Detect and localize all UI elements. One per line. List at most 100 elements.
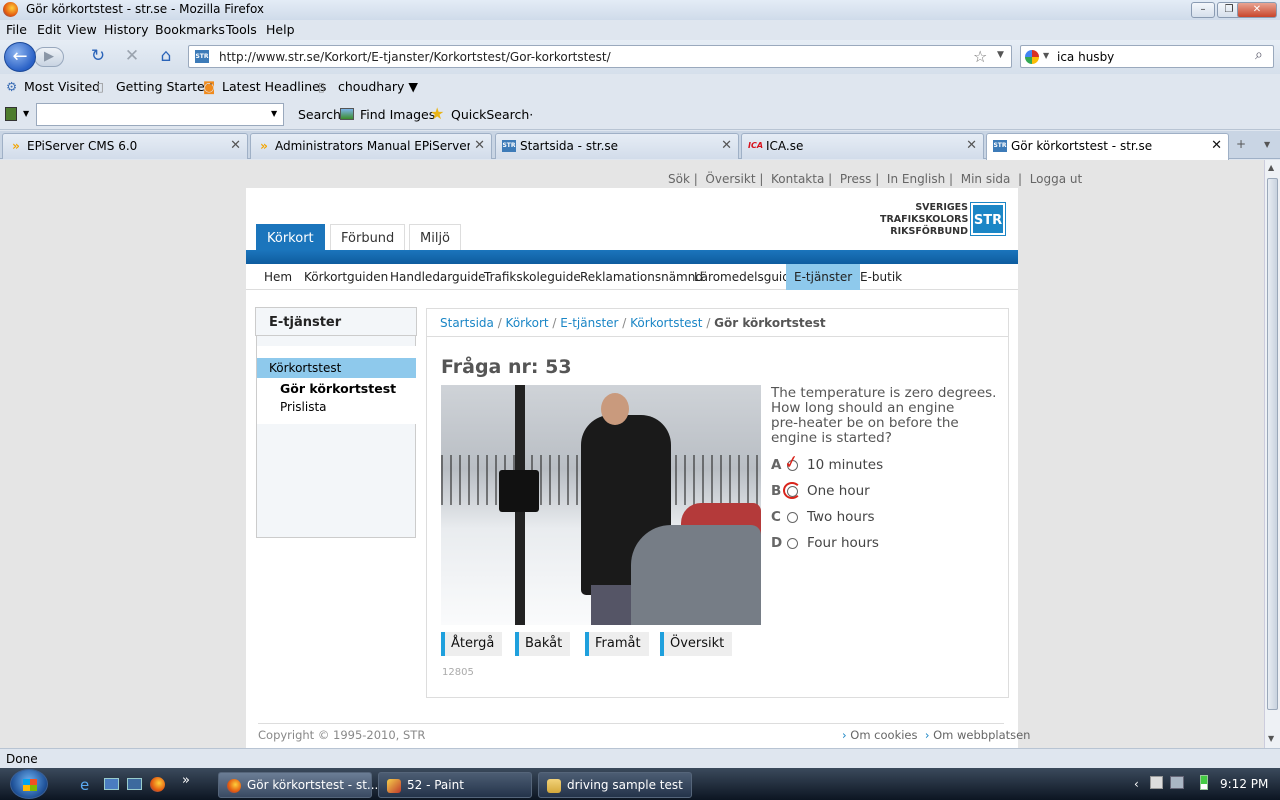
toplink-press[interactable]: Press [840,172,872,186]
tab-miljo[interactable]: Miljö [409,224,462,250]
toplink-kontakta[interactable]: Kontakta [771,172,824,186]
url-dropdown-icon[interactable]: ▼ [997,50,1004,60]
bookmark-choudhary[interactable]: choudhary ▼ [338,79,418,94]
answer-d-text[interactable]: Four hours [807,535,879,551]
answer-a-text[interactable]: 10 minutes [807,457,883,473]
clock[interactable]: 9:12 PM [1220,777,1268,791]
menu-bar: File Edit View History Bookmarks Tools H… [0,20,1280,40]
address-bar[interactable]: STR http://www.str.se/Korkort/E-tjanster… [188,45,1012,68]
subnav-reklamationsnamnd[interactable]: Reklamationsnämnd [580,270,703,284]
footer-om-webbplatsen[interactable]: Om webbplatsen [933,728,1030,742]
left-nav-korkortstest[interactable]: Körkortstest [257,358,416,378]
menu-view[interactable]: View [67,22,97,37]
stop-icon[interactable]: ✕ [122,46,142,66]
vertical-scrollbar[interactable]: ▲ ▼ [1264,160,1280,748]
subnav-korkortguiden[interactable]: Körkortguiden [304,270,388,284]
back-button[interactable]: ← [4,42,36,72]
chevron-down-icon[interactable]: ▼ [271,109,277,118]
minimize-button[interactable]: – [1191,2,1215,18]
close-button[interactable]: ✕ [1237,2,1277,18]
answer-c-text[interactable]: Two hours [807,509,875,525]
close-icon[interactable]: ✕ [230,138,241,153]
toolbar-search-input[interactable]: ▼ [36,103,284,126]
menu-edit[interactable]: Edit [37,22,61,37]
menu-file[interactable]: File [6,22,27,37]
home-icon[interactable]: ⌂ [156,46,176,66]
menu-history[interactable]: History [104,22,148,37]
tab-ica[interactable]: ICA ICA.se ✕ [741,133,984,159]
film-icon[interactable] [5,107,17,121]
menu-bookmarks[interactable]: Bookmarks [155,22,225,37]
crumb-startsida[interactable]: Startsida [440,316,494,330]
taskbar-firefox[interactable]: Gör körkortstest - st... [218,772,378,798]
left-nav-prislista[interactable]: Prislista [280,400,327,414]
tab-korkort[interactable]: Körkort [256,224,325,250]
reload-icon[interactable]: ↻ [88,46,108,66]
battery-icon[interactable] [1200,775,1208,790]
footer-om-cookies[interactable]: Om cookies [850,728,917,742]
tray-app-icon[interactable] [1150,776,1163,789]
search-box[interactable]: ▼ ica husby ⌕ [1020,45,1274,68]
subnav-e-tjanster[interactable]: E-tjänster [786,264,861,290]
tab-startsida[interactable]: STR Startsida - str.se ✕ [495,133,739,159]
forward-button[interactable]: ▶ [34,47,64,67]
answer-b-text[interactable]: One hour [807,483,870,499]
bookmark-most-visited[interactable]: Most Visited [24,79,100,94]
tab-episerver[interactable]: » EPiServer CMS 6.0 ✕ [2,133,248,159]
tab-list-icon[interactable]: ▼ [1264,140,1270,149]
subnav-e-butik[interactable]: E-butik [860,270,902,284]
str-logo[interactable]: SVERIGES TRAFIKSKOLORS RIKSFÖRBUND [880,202,968,238]
toplink-english[interactable]: In English [887,172,945,186]
toplink-sok[interactable]: Sök [668,172,690,186]
subnav-hem[interactable]: Hem [264,270,292,284]
close-icon[interactable]: ✕ [721,138,732,153]
search-input[interactable]: ica husby [1057,50,1114,64]
tab-forbund[interactable]: Förbund [330,224,406,250]
toolbar-search-button[interactable]: Search [298,107,341,122]
window-switch-icon[interactable] [127,778,142,790]
left-nav-gor-korkortstest[interactable]: Gör körkortstest [280,381,396,396]
framat-button[interactable]: Framåt [585,632,649,656]
menu-tools[interactable]: Tools [226,22,257,37]
engine-dropdown-icon[interactable]: ▼ [1043,51,1049,60]
bookmark-latest-headlines[interactable]: Latest Headlines [222,79,326,94]
subnav-trafikskoleguide[interactable]: Trafikskoleguide [484,270,581,284]
taskbar-paint[interactable]: 52 - Paint [378,772,532,798]
close-icon[interactable]: ✕ [1211,138,1222,153]
crumb-korkort[interactable]: Körkort [506,316,549,330]
bakat-button[interactable]: Bakåt [515,632,571,656]
subnav-laromedelsguide[interactable]: Läromedelsguide [694,270,797,284]
more-icon[interactable]: » [182,773,190,788]
crumb-e-tjanster[interactable]: E-tjänster [560,316,618,330]
toplink-logga-ut[interactable]: Logga ut [1030,172,1083,186]
new-tab-icon[interactable]: + [1236,137,1246,151]
close-icon[interactable]: ✕ [966,138,977,153]
network-icon[interactable] [1170,776,1184,789]
search-icon[interactable]: ⌕ [1255,47,1263,63]
bookmark-star-icon[interactable]: ☆ [973,47,987,66]
tab-gor-korkortstest[interactable]: STR Gör körkortstest - str.se ✕ [986,133,1229,160]
bookmark-getting-started[interactable]: Getting Started [116,79,213,94]
oversikt-button[interactable]: Översikt [660,632,733,656]
crumb-korkortstest[interactable]: Körkortstest [630,316,702,330]
find-images-button[interactable]: Find Images [360,107,435,122]
toplink-oversikt[interactable]: Översikt [705,172,755,186]
subnav-handledarguide[interactable]: Handledarguide [390,270,486,284]
ie-icon[interactable]: e [80,776,89,794]
aterga-button[interactable]: Återgå [441,632,503,656]
answer-c-radio[interactable] [787,512,798,523]
desktop-icon[interactable] [104,778,119,790]
film-dropdown-icon[interactable]: ▼ [23,109,29,118]
firefox-quicklaunch-icon[interactable] [150,777,165,792]
start-button[interactable] [10,769,48,799]
taskbar-folder[interactable]: driving sample test [538,772,692,798]
quicksearch-button[interactable]: QuickSearch· [451,107,533,122]
tray-expand-icon[interactable]: ‹ [1134,777,1139,791]
toplink-min-sida[interactable]: Min sida [961,172,1011,186]
tab-admin-manual[interactable]: » Administrators Manual EPiServer C...✕ [250,133,492,159]
answer-d-radio[interactable] [787,538,798,549]
scrollbar-thumb[interactable] [1267,178,1278,710]
close-icon[interactable]: ✕ [474,138,485,153]
google-icon[interactable] [1025,50,1039,64]
menu-help[interactable]: Help [266,22,295,37]
